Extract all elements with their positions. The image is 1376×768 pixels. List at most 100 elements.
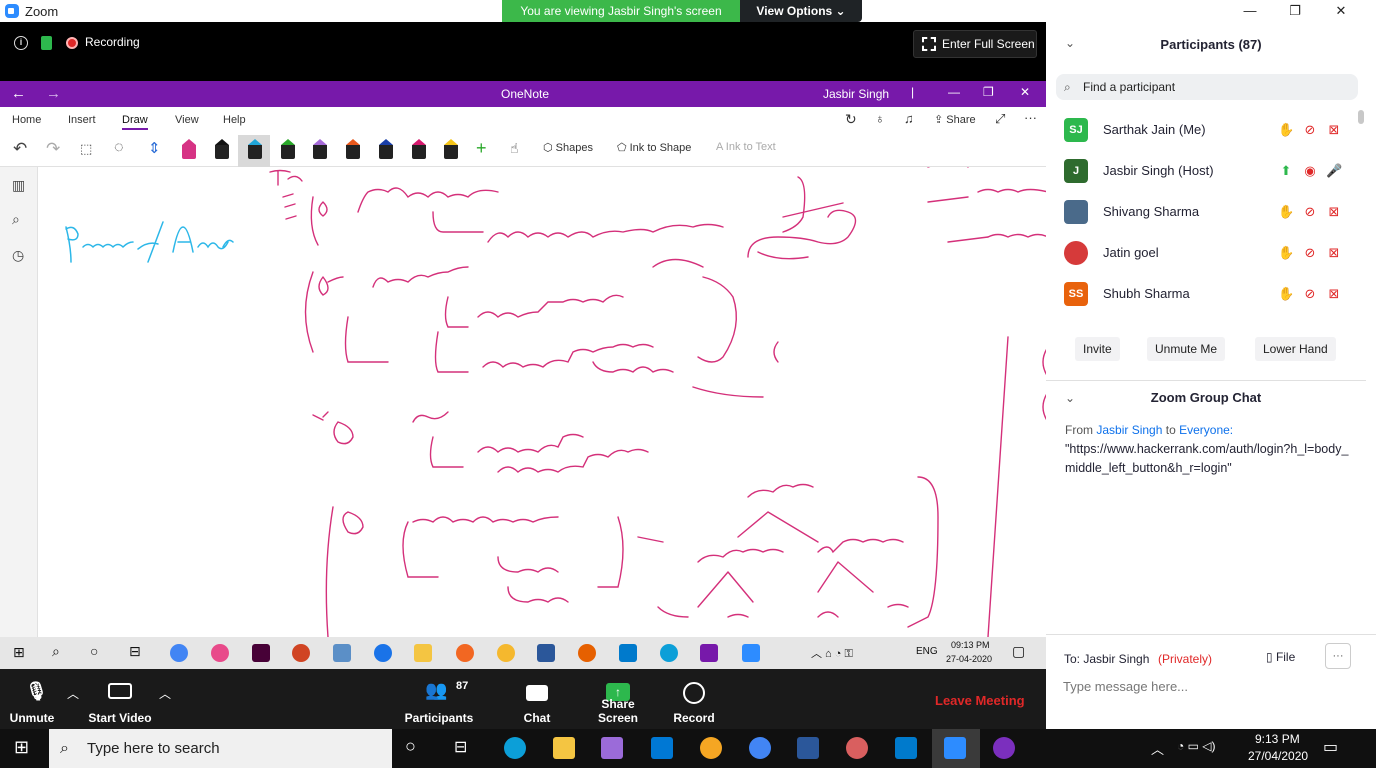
video-options-chevron-icon[interactable]: ︿: [159, 685, 171, 702]
vscode-icon[interactable]: [895, 737, 917, 759]
mic-icon[interactable]: 🎤: [1326, 163, 1342, 179]
file-explorer-icon[interactable]: [553, 737, 575, 759]
enter-full-screen-button[interactable]: Enter Full Screen: [913, 30, 1037, 58]
minimize-button[interactable]: —: [1227, 0, 1273, 22]
participant-row[interactable]: SS Shubh Sharma ✋ ⊘ ⊠: [1046, 276, 1356, 317]
participant-row[interactable]: Jatin goel ✋ ⊘ ⊠: [1046, 235, 1356, 276]
windows-search-box[interactable]: ⌕ Type here to search: [49, 729, 392, 768]
unmute-button[interactable]: 🎙 Unmute: [0, 669, 64, 729]
cortana-icon[interactable]: ○: [90, 643, 98, 659]
tab-insert[interactable]: Insert: [68, 114, 96, 126]
lock-icon[interactable]: [41, 36, 52, 50]
close-button[interactable]: ✕: [1318, 0, 1364, 22]
notebooks-icon[interactable]: ▥: [12, 177, 25, 194]
lasso-select-icon[interactable]: ⬚: [80, 141, 92, 157]
onenote-close-icon[interactable]: ✕: [1020, 85, 1030, 99]
action-center-icon[interactable]: ▭: [1323, 737, 1338, 757]
tray-icons[interactable]: ︿ ⌂ ◔ ⚿: [811, 645, 853, 661]
video-off-icon[interactable]: ⊠: [1326, 286, 1342, 302]
info-icon[interactable]: i: [14, 36, 28, 50]
clock-date[interactable]: 27-04-2020: [946, 654, 992, 664]
chat-button[interactable]: Chat: [512, 669, 562, 729]
view-options-button[interactable]: View Options ⌄: [740, 0, 862, 22]
adobe-xd-icon[interactable]: [252, 644, 270, 662]
podcast-app-icon[interactable]: [993, 737, 1015, 759]
pen-black-icon[interactable]: [215, 139, 229, 161]
highlighter-purple-icon[interactable]: [313, 139, 327, 161]
onenote-minimize-icon[interactable]: —: [948, 85, 960, 99]
mic-muted-icon[interactable]: ⊘: [1302, 245, 1318, 261]
message-input[interactable]: Type message here...: [1063, 679, 1188, 694]
tab-view[interactable]: View: [175, 114, 199, 126]
touch-draw-icon[interactable]: ☝: [510, 140, 519, 157]
mail-icon[interactable]: [651, 737, 673, 759]
language-indicator[interactable]: ENG: [916, 646, 938, 657]
video-off-icon[interactable]: ⊠: [1326, 122, 1342, 138]
participant-search-input[interactable]: ⌕ Find a participant: [1056, 74, 1358, 100]
participant-row[interactable]: J Jasbir Singh (Host) ⬆ ◉ 🎤: [1046, 153, 1356, 194]
add-space-icon[interactable]: ⇕: [148, 139, 161, 157]
lightbulb-icon[interactable]: ♁: [875, 111, 885, 126]
mic-muted-icon[interactable]: ⊘: [1302, 286, 1318, 302]
app-flower-icon[interactable]: [211, 644, 229, 662]
edge-icon[interactable]: [504, 737, 526, 759]
video-off-icon[interactable]: ⊠: [1326, 245, 1342, 261]
zoom-taskbar-icon[interactable]: [742, 644, 760, 662]
unmute-me-button[interactable]: Unmute Me: [1147, 337, 1226, 361]
redo-icon[interactable]: ↷: [46, 139, 60, 159]
tray-chevron-icon[interactable]: ︿: [1151, 739, 1164, 758]
pen-orange-icon[interactable]: [346, 139, 360, 161]
tray-icons[interactable]: ◔ ▭ ◁): [1177, 739, 1215, 753]
cortana-icon[interactable]: ○: [405, 736, 416, 757]
store-icon[interactable]: [601, 737, 623, 759]
pen-cyan-icon[interactable]: [248, 139, 262, 161]
mic-muted-icon[interactable]: ⊘: [1302, 122, 1318, 138]
file-button[interactable]: ▯ File: [1266, 650, 1295, 664]
onenote-restore-icon[interactable]: ❐: [983, 85, 994, 99]
firefox-icon[interactable]: [578, 644, 596, 662]
participants-scrollbar[interactable]: [1358, 110, 1364, 124]
clock-date[interactable]: 27/04/2020: [1248, 749, 1308, 763]
pen-green-icon[interactable]: [281, 139, 295, 161]
windows-start-icon[interactable]: ⊞: [14, 737, 29, 758]
ink-to-shape-button[interactable]: ⬠ Ink to Shape: [617, 141, 691, 154]
windows-start-icon[interactable]: ⊞: [13, 644, 25, 661]
chrome-icon[interactable]: [170, 644, 188, 662]
chat-more-button[interactable]: ···: [1325, 643, 1351, 669]
start-video-button[interactable]: Start Video: [84, 669, 156, 729]
collapse-chat-chevron-icon[interactable]: ⌄: [1065, 381, 1075, 415]
back-arrow-icon[interactable]: ←: [11, 85, 26, 102]
mic-muted-icon[interactable]: ⊘: [1302, 204, 1318, 220]
pen-pink-icon[interactable]: [182, 139, 196, 161]
bell-icon[interactable]: ♫: [904, 111, 914, 126]
tab-help[interactable]: Help: [223, 114, 246, 126]
search-icon[interactable]: ⌕: [52, 643, 60, 660]
shapes-button[interactable]: ⬡ Shapes: [543, 141, 593, 154]
sync-icon[interactable]: ↻: [845, 111, 857, 128]
tab-draw[interactable]: Draw: [122, 114, 148, 130]
chat-sender[interactable]: Jasbir Singh: [1096, 423, 1162, 437]
word-icon[interactable]: [797, 737, 819, 759]
lower-hand-button[interactable]: Lower Hand: [1255, 337, 1336, 361]
search-icon[interactable]: ⌕: [12, 211, 20, 228]
powerpoint-icon[interactable]: [292, 644, 310, 662]
edge-legacy-icon[interactable]: [374, 644, 392, 662]
participants-button[interactable]: 👥 87 Participants: [402, 669, 476, 729]
add-pen-icon[interactable]: +: [476, 138, 487, 159]
word-icon[interactable]: [537, 644, 555, 662]
onenote-icon[interactable]: [700, 644, 718, 662]
maximize-button[interactable]: ❐: [1272, 0, 1318, 22]
file-explorer-icon[interactable]: [414, 644, 432, 662]
zoom-icon[interactable]: [944, 737, 966, 759]
notifications-icon[interactable]: ▢: [1012, 643, 1025, 660]
participant-row[interactable]: Shivang Sharma ✋ ⊘ ⊠: [1046, 194, 1356, 235]
chrome-icon[interactable]: [749, 737, 771, 759]
video-off-icon[interactable]: ⊠: [1326, 204, 1342, 220]
pen-magenta-icon[interactable]: [412, 139, 426, 161]
image-viewer-icon[interactable]: [333, 644, 351, 662]
lasso-icon[interactable]: ◌: [114, 139, 124, 157]
more-options-icon[interactable]: ···: [1024, 110, 1037, 125]
participant-row[interactable]: SJ Sarthak Jain (Me) ✋ ⊘ ⊠: [1046, 112, 1356, 153]
audio-options-chevron-icon[interactable]: ︿: [67, 685, 79, 702]
paint-icon[interactable]: [846, 737, 868, 759]
